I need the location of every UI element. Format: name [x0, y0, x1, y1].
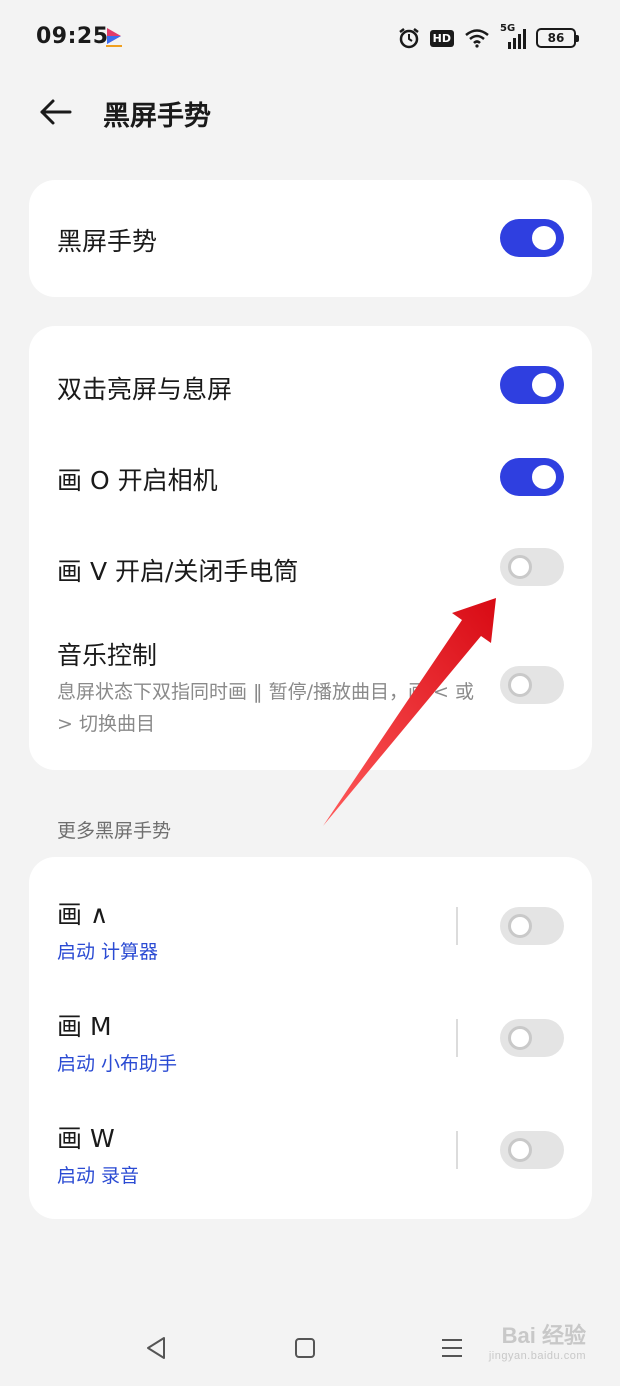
- row-divider: [456, 1131, 458, 1169]
- row-divider: [456, 907, 458, 945]
- watermark-main: Bai 经验: [501, 1323, 586, 1348]
- toggle-knob: [532, 465, 556, 489]
- status-time: 09:25: [36, 24, 109, 49]
- draw-caret-toggle[interactable]: [500, 907, 564, 945]
- draw-m-toggle[interactable]: [500, 1019, 564, 1057]
- master-toggle-switch[interactable]: [500, 219, 564, 257]
- home-square-icon[interactable]: [287, 1330, 323, 1366]
- toggle-knob: [532, 373, 556, 397]
- status-bar: 09:25 HD 5G 86: [0, 0, 620, 76]
- back-arrow-icon[interactable]: [36, 92, 76, 132]
- row-divider: [456, 1019, 458, 1057]
- alarm-icon: [398, 28, 419, 49]
- hd-icon: HD: [429, 29, 454, 47]
- page-title: 黑屏手势: [103, 101, 211, 132]
- gesture-action-link[interactable]: 启动 小布助手: [57, 1049, 177, 1076]
- watermark: Bai 经验 jingyan.baidu.com: [489, 1318, 586, 1362]
- back-triangle-icon[interactable]: [138, 1330, 174, 1366]
- music-control-toggle[interactable]: [500, 666, 564, 704]
- gesture-label: 画 M: [57, 1012, 112, 1041]
- gesture-label: 画 W: [57, 1124, 115, 1153]
- gestures-card: 双击亮屏与息屏 画 O 开启相机 画 V 开启/关闭手电筒 音乐控制 息屏状态下…: [29, 326, 592, 770]
- gesture-action-link[interactable]: 启动 录音: [57, 1161, 139, 1188]
- gesture-label: 双击亮屏与息屏: [57, 375, 233, 404]
- double-tap-toggle[interactable]: [500, 366, 564, 404]
- app-logo-icon: [106, 28, 122, 47]
- recents-menu-icon[interactable]: [434, 1330, 470, 1366]
- gesture-label: 画 O 开启相机: [57, 466, 218, 495]
- gesture-label: 音乐控制: [57, 641, 158, 670]
- toggle-knob: [508, 555, 532, 579]
- status-icons: HD 5G 86: [398, 23, 579, 52]
- draw-w-toggle[interactable]: [500, 1131, 564, 1169]
- toggle-knob: [508, 1138, 532, 1162]
- draw-v-toggle[interactable]: [500, 548, 564, 586]
- app-header: 黑屏手势: [0, 80, 620, 144]
- draw-o-toggle[interactable]: [500, 458, 564, 496]
- gesture-description: 息屏状态下双指同时画 ‖ 暂停/播放曲目，画 < 或 > 切换曲目: [57, 681, 474, 735]
- more-gestures-card: 画 ∧ 启动 计算器 画 M 启动 小布助手 画 W 启动 录音: [29, 857, 592, 1219]
- section-header-more: 更多黑屏手势: [57, 820, 172, 842]
- master-toggle-card: 黑屏手势: [29, 180, 592, 297]
- gesture-action-link[interactable]: 启动 计算器: [57, 937, 158, 964]
- toggle-knob: [508, 1026, 532, 1050]
- toggle-knob: [532, 226, 556, 250]
- wifi-icon: [465, 29, 489, 48]
- master-toggle-label: 黑屏手势: [57, 227, 158, 256]
- toggle-knob: [508, 673, 532, 697]
- gesture-label: 画 V 开启/关闭手电筒: [57, 557, 299, 586]
- watermark-sub: jingyan.baidu.com: [488, 1350, 586, 1362]
- gesture-label: 画 ∧: [57, 900, 109, 929]
- battery-icon: 86: [536, 28, 579, 48]
- toggle-knob: [508, 914, 532, 938]
- signal-icon: 5G: [500, 23, 526, 51]
